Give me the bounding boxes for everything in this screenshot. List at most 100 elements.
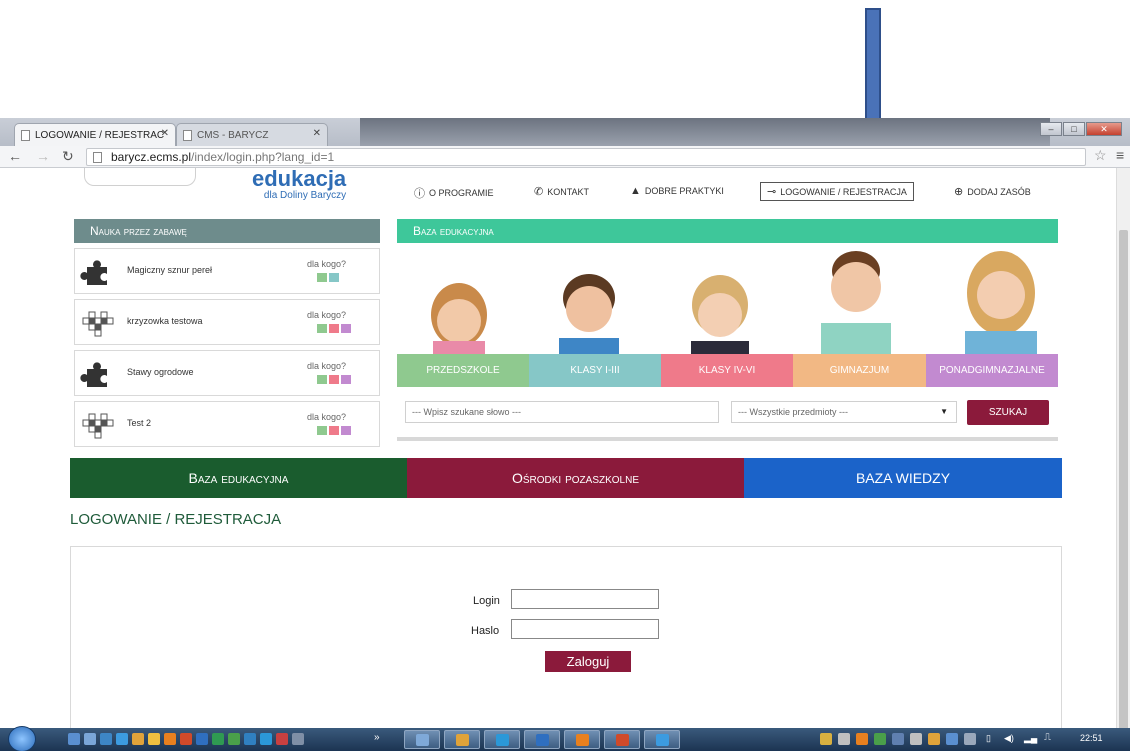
bookmark-star-icon[interactable]: ☆: [1094, 147, 1107, 164]
site-logo[interactable]: edukacja dla Doliny Baryczy: [252, 168, 346, 201]
scrollbar-thumb[interactable]: [1119, 230, 1128, 750]
age-badge: [329, 375, 339, 384]
network-icon[interactable]: ⎍: [1044, 732, 1051, 743]
tray-icon[interactable]: [910, 733, 922, 745]
game-item[interactable]: Stawy ogrodowe dla kogo?: [74, 350, 380, 396]
nav-logowanie[interactable]: ⊸ LOGOWANIE / REJESTRACJA: [760, 182, 914, 201]
quicklaunch-icon[interactable]: [68, 733, 80, 745]
category-klasy-4-6[interactable]: KLASY IV-VI: [661, 354, 793, 387]
volume-icon[interactable]: ◀): [1004, 733, 1014, 744]
browser-tab-label: LOGOWANIE / REJESTRAC: [35, 129, 165, 141]
taskbar-app[interactable]: [604, 730, 640, 749]
puzzle-icon: [80, 260, 107, 285]
login-label: Login: [473, 595, 500, 607]
password-input[interactable]: [511, 619, 659, 639]
login-input[interactable]: [511, 589, 659, 609]
nav-dodaj-zasob[interactable]: ⊕ DODAJ ZASÓB: [954, 185, 1031, 198]
skype-icon: [496, 734, 509, 746]
close-tab-icon[interactable]: ✕: [313, 128, 321, 139]
tray-icon[interactable]: [928, 733, 940, 745]
taskbar-app[interactable]: [644, 730, 680, 749]
page-icon: [183, 130, 192, 141]
minimize-button[interactable]: –: [1040, 122, 1062, 136]
game-item[interactable]: Magiczny sznur pereł dla kogo?: [74, 248, 380, 294]
network-signal-icon[interactable]: ▂▄: [1024, 733, 1037, 744]
powerpoint-icon[interactable]: [180, 733, 192, 745]
nav-osrodki-pozaszkolne[interactable]: Ośrodki pozaszkolne: [407, 458, 744, 498]
chevron-more-icon[interactable]: »: [374, 732, 380, 743]
taskbar-clock[interactable]: 22:51: [1080, 733, 1103, 743]
quicklaunch-icon[interactable]: [244, 733, 256, 745]
menu-icon[interactable]: ≡: [1116, 147, 1124, 163]
outlook-icon[interactable]: [164, 733, 176, 745]
tray-icon[interactable]: [820, 733, 832, 745]
close-window-button[interactable]: ✕: [1086, 122, 1122, 136]
nav-baza-edukacyjna[interactable]: Baza edukacyjna: [70, 458, 407, 498]
skype-icon[interactable]: [260, 733, 272, 745]
age-badge: [329, 324, 339, 333]
taskbar-app[interactable]: [444, 730, 480, 749]
for-whom-label: dla kogo?: [307, 361, 347, 371]
chrome-icon[interactable]: [132, 733, 144, 745]
age-badge: [317, 375, 327, 384]
category-przedszkole[interactable]: PRZEDSZKOLE: [397, 354, 529, 387]
reload-icon[interactable]: ↻: [62, 148, 74, 165]
age-badge: [317, 324, 327, 333]
nav-kontakt[interactable]: ✆ KONTAKT: [534, 185, 589, 198]
crossword-icon: [82, 311, 114, 337]
taskbar-app[interactable]: [484, 730, 520, 749]
nav-label: DODAJ ZASÓB: [967, 186, 1031, 197]
close-tab-icon[interactable]: ✕: [161, 128, 169, 139]
taskbar-app[interactable]: [524, 730, 560, 749]
tray-icon[interactable]: [838, 733, 850, 745]
nav-label: DOBRE PRAKTYKI: [644, 186, 724, 196]
ie-icon: [656, 734, 669, 746]
age-badge: [329, 426, 339, 435]
search-input[interactable]: --- Wpisz szukane słowo ---: [405, 401, 719, 423]
quicklaunch-icon[interactable]: [100, 733, 112, 745]
subject-select[interactable]: --- Wszystkie przedmioty --- ▼: [731, 401, 957, 423]
quicklaunch-icon[interactable]: [292, 733, 304, 745]
game-item[interactable]: Test 2 dla kogo?: [74, 401, 380, 447]
forward-arrow-icon[interactable]: →: [36, 148, 50, 164]
taskbar-app[interactable]: [404, 730, 440, 749]
word-icon[interactable]: [196, 733, 208, 745]
tray-icon[interactable]: [856, 733, 868, 745]
app-icon: [416, 734, 429, 746]
address-bar[interactable]: barycz.ecms.pl/index/login.php?lang_id=1: [86, 148, 1086, 166]
search-button[interactable]: SZUKAJ: [967, 400, 1049, 425]
browser-tab-active[interactable]: LOGOWANIE / REJESTRAC ✕: [14, 123, 176, 146]
tray-icon[interactable]: [946, 733, 958, 745]
nav-dobre-praktyki[interactable]: ▲ DOBRE PRAKTYKI: [630, 185, 724, 197]
taskbar-app[interactable]: [564, 730, 600, 749]
category-klasy-1-3[interactable]: KLASY I-III: [529, 354, 661, 387]
url-path: /index/login.php?lang_id=1: [191, 150, 335, 164]
game-item[interactable]: krzyzowka testowa dla kogo?: [74, 299, 380, 345]
back-arrow-icon[interactable]: ←: [8, 148, 22, 164]
quicklaunch-icon[interactable]: [228, 733, 240, 745]
ie-icon[interactable]: [116, 733, 128, 745]
browser-tab-inactive[interactable]: CMS - BARYCZ ✕: [176, 123, 328, 146]
login-button[interactable]: Zaloguj: [545, 651, 631, 672]
category-gimnazjum[interactable]: GIMNAZJUM: [793, 354, 926, 387]
folder-icon[interactable]: [148, 733, 160, 745]
quicklaunch-icon[interactable]: [276, 733, 288, 745]
word-icon: [536, 734, 549, 746]
tray-icon[interactable]: [892, 733, 904, 745]
age-badge: [329, 273, 339, 282]
battery-icon[interactable]: ▯: [986, 733, 991, 744]
start-button[interactable]: [8, 726, 36, 751]
chrome-icon: [456, 734, 469, 746]
quicklaunch-icon[interactable]: [84, 733, 96, 745]
nav-label: LOGOWANIE / REJESTRACJA: [780, 186, 907, 197]
maximize-button[interactable]: □: [1063, 122, 1085, 136]
search-bar: --- Wpisz szukane słowo --- --- Wszystki…: [397, 387, 1058, 441]
tray-icon[interactable]: [874, 733, 886, 745]
tray-icon[interactable]: [964, 733, 976, 745]
nav-baza-wiedzy[interactable]: BAZA WIEDZY: [744, 458, 1062, 498]
for-whom-label: dla kogo?: [307, 310, 347, 320]
excel-icon[interactable]: [212, 733, 224, 745]
page-scrollbar[interactable]: [1116, 168, 1130, 750]
nav-o-programie[interactable]: ⓘ O PROGRAMIE: [414, 185, 494, 201]
category-ponadgimnazjalne[interactable]: PONADGIMNAZJALNE: [926, 354, 1058, 387]
